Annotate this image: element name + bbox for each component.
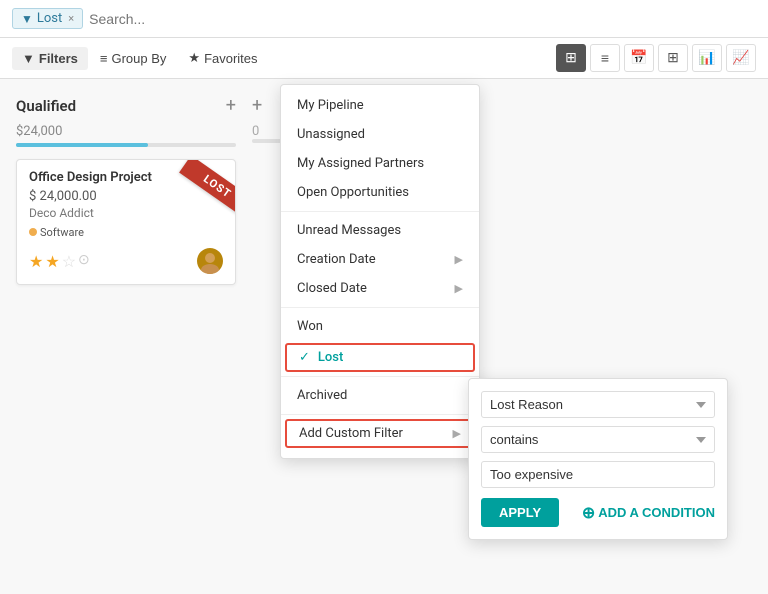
filter-won[interactable]: Won [281,312,479,341]
tag-dot-icon [29,228,37,236]
divider-4 [281,414,479,415]
kanban-col-header-qualified: Qualified + [16,95,236,116]
kanban-card-office-design[interactable]: LOST Office Design Project $ 24,000.00 D… [16,159,236,285]
filter-closed-date-label: Closed Date [297,281,367,296]
group-by-button[interactable]: ≡ Group By [90,47,177,70]
filter-field-select[interactable]: Lost Reason Stage Salesperson [481,391,715,418]
kanban-col-bar-qualified [16,143,236,147]
view-calendar-button[interactable]: 📅 [624,44,654,72]
card-footer: ★ ★ ☆ ⊙ [29,248,223,274]
filter-operator-row: contains does not contain [481,426,715,453]
view-line-button[interactable]: 📈 [726,44,756,72]
check-icon: ✓ [299,350,310,365]
filters-icon: ▼ [22,51,35,66]
add-custom-filter-chevron-icon: ▶ [453,427,461,440]
filter-funnel-icon: ▼ [21,12,33,26]
filter-value-row [481,461,715,488]
filter-my-pipeline-label: My Pipeline [297,98,364,113]
filter-unread-messages-label: Unread Messages [297,223,401,238]
filter-tag-label: Lost [37,11,62,26]
filter-field-row: Lost Reason Stage Salesperson [481,391,715,418]
filter-lost[interactable]: ✓ Lost [285,343,475,372]
filters-label: Filters [39,51,78,66]
avatar-image [197,248,223,274]
chevron-right-icon-closed: ▶ [455,282,463,295]
custom-filter-panel[interactable]: Lost Reason Stage Salesperson contains d… [468,378,728,540]
active-filter-tag[interactable]: ▼ Lost × [12,8,83,29]
toolbar-left: ▼ Filters ≡ Group By ★ Favorites [12,46,268,70]
filters-dropdown[interactable]: My Pipeline Unassigned My Assigned Partn… [280,84,480,459]
filter-tag-close[interactable]: × [68,12,74,25]
favorites-button[interactable]: ★ Favorites [178,46,267,70]
kanban-column-qualified: Qualified + $24,000 LOST Office Design P… [16,95,236,569]
toolbar-right: ⊞ ≡ 📅 ⊞ 📊 📈 [556,44,756,72]
group-by-label: Group By [111,51,166,66]
filter-lost-label: Lost [318,350,343,365]
filter-closed-date[interactable]: Closed Date ▶ [281,274,479,303]
avatar [197,248,223,274]
filter-open-opportunities[interactable]: Open Opportunities [281,178,479,207]
filter-won-label: Won [297,319,323,334]
group-by-icon: ≡ [100,51,108,66]
filter-archived[interactable]: Archived [281,381,479,410]
favorites-label: Favorites [204,51,257,66]
star-2: ★ [45,252,59,271]
filter-unassigned-label: Unassigned [297,127,365,142]
add-condition-button[interactable]: ⊕ ADD A CONDITION [582,503,715,523]
filter-creation-date-label: Creation Date [297,252,376,267]
card-stars[interactable]: ★ ★ ☆ ⊙ [29,252,90,271]
favorites-star-icon: ★ [188,50,200,66]
toolbar: ▼ Filters ≡ Group By ★ Favorites ⊞ ≡ 📅 ⊞… [0,38,768,79]
kanban-col-amount-qualified: $24,000 [16,124,236,139]
filter-unread-messages[interactable]: Unread Messages [281,216,479,245]
kanban-col-title-qualified: Qualified [16,97,76,115]
plus-circle-icon: ⊕ [582,503,595,523]
filters-button[interactable]: ▼ Filters [12,47,88,70]
card-partner: Deco Addict [29,206,223,220]
filter-open-opportunities-label: Open Opportunities [297,185,409,200]
search-input[interactable] [89,11,756,27]
search-bar: ▼ Lost × [0,0,768,38]
star-3: ☆ [62,252,76,271]
add-custom-filter-label: Add Custom Filter [299,426,403,441]
view-kanban-button[interactable]: ⊞ [556,44,586,72]
filter-actions: APPLY ⊕ ADD A CONDITION [481,498,715,527]
card-amount: $ 24,000.00 [29,189,223,204]
kanban-col-bar-fill-qualified [16,143,148,147]
view-pivot-button[interactable]: ⊞ [658,44,688,72]
view-list-button[interactable]: ≡ [590,44,620,72]
divider-2 [281,307,479,308]
filter-value-input[interactable] [481,461,715,488]
view-bar-button[interactable]: 📊 [692,44,722,72]
kanban-col-add-qualified[interactable]: + [226,95,236,116]
filter-operator-select[interactable]: contains does not contain [481,426,715,453]
kanban-col-add-won[interactable]: + [252,95,262,116]
filter-my-assigned-partners[interactable]: My Assigned Partners [281,149,479,178]
add-custom-filter-item[interactable]: Add Custom Filter ▶ [285,419,475,448]
star-1: ★ [29,252,43,271]
filter-creation-date[interactable]: Creation Date ▶ [281,245,479,274]
filter-unassigned[interactable]: Unassigned [281,120,479,149]
card-tag-label: Software [40,226,84,239]
divider-1 [281,211,479,212]
filter-my-pipeline[interactable]: My Pipeline [281,91,479,120]
card-tag: Software [29,226,84,239]
chevron-right-icon: ▶ [455,253,463,266]
apply-button[interactable]: APPLY [481,498,559,527]
filter-my-assigned-partners-label: My Assigned Partners [297,156,424,171]
forecast-icon: ⊙ [78,252,90,271]
divider-3 [281,376,479,377]
filter-archived-label: Archived [297,388,347,403]
add-condition-label: ADD A CONDITION [598,505,715,520]
